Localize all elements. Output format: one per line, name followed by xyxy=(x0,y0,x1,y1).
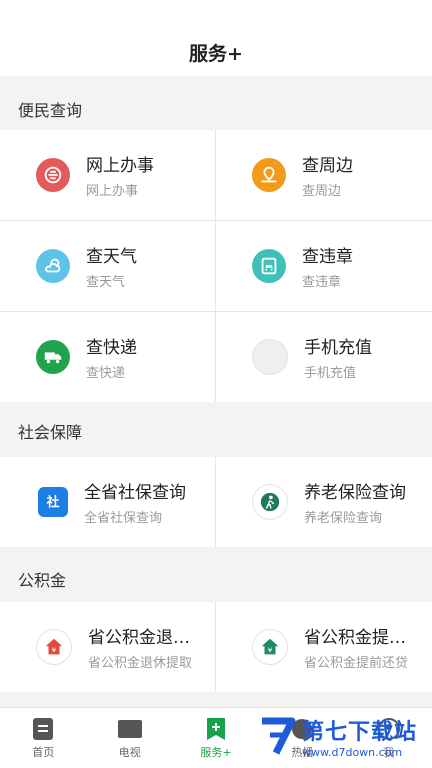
tab-label: 电视 xyxy=(118,745,141,759)
fund-house-icon: ¥ xyxy=(252,629,288,665)
section-title: 便民查询 xyxy=(18,101,83,120)
service-name: 养老保险查询 xyxy=(304,483,406,503)
service-item-weather[interactable]: 查天气 查天气 xyxy=(0,221,215,311)
header: 服务+ xyxy=(0,0,432,76)
service-name: 手机充值 xyxy=(304,338,372,358)
tab-home[interactable]: 首页 xyxy=(0,708,86,768)
section-header-gjj: 公积金 xyxy=(0,554,432,604)
fund-house-icon: ¥ xyxy=(36,629,72,665)
service-item-social-security[interactable]: 社 全省社保查询 全省社保查询 xyxy=(0,457,215,547)
service-subtitle: 查快递 xyxy=(86,366,126,381)
map-location-icon xyxy=(252,158,286,192)
service-subtitle: 养老保险查询 xyxy=(304,511,383,526)
service-name: 查天气 xyxy=(86,247,137,267)
service-icon xyxy=(203,717,229,741)
service-item-express[interactable]: 查快递 查快递 xyxy=(0,312,215,402)
tab-tv[interactable]: 电视 xyxy=(86,708,172,768)
service-name: 全省社保查询 xyxy=(84,483,186,503)
service-name: 查周边 xyxy=(302,156,353,176)
service-name: 查违章 xyxy=(302,247,353,267)
tab-label: 首页 xyxy=(32,745,55,759)
car-violation-icon xyxy=(252,249,286,283)
service-item-violation[interactable]: 查违章 查违章 xyxy=(216,221,432,311)
section-header-shebao: 社会保障 xyxy=(0,406,432,456)
svg-text:¥: ¥ xyxy=(268,646,273,655)
service-item-fund-retirement[interactable]: ¥ 省公积金退休提取 省公积金退休提取 xyxy=(0,602,215,692)
social-security-icon: 社 xyxy=(38,487,68,517)
page-title: 服务+ xyxy=(189,43,243,65)
service-subtitle: 全省社保查询 xyxy=(84,511,163,526)
service-name: 查快递 xyxy=(86,338,137,358)
watermark-title: 第七下载站 xyxy=(302,719,418,745)
svg-text:¥: ¥ xyxy=(52,646,57,655)
watermark-logo-icon xyxy=(256,715,298,757)
section-title: 社会保障 xyxy=(18,423,83,442)
phone-recharge-icon xyxy=(252,339,288,375)
service-subtitle: 查违章 xyxy=(302,275,342,290)
service-name: 省公积金提前还贷 xyxy=(304,628,414,648)
service-subtitle: 省公积金退休提取 xyxy=(88,656,193,671)
service-item-pension[interactable]: 养老保险查询 养老保险查询 xyxy=(216,457,432,547)
section-header-bianmin: 便民查询 xyxy=(0,84,432,134)
service-subtitle: 省公积金提前还贷 xyxy=(304,656,409,671)
service-item-nearby[interactable]: 查周边 查周边 xyxy=(216,130,432,220)
tv-icon xyxy=(117,717,143,741)
service-item-phone-recharge[interactable]: 手机充值 手机充值 xyxy=(216,312,432,402)
service-subtitle: 查周边 xyxy=(302,184,342,199)
service-subtitle: 手机充值 xyxy=(304,366,357,381)
delivery-truck-icon xyxy=(36,340,70,374)
e-gov-icon xyxy=(36,158,70,192)
watermark: 第七下载站 www.d7down.com xyxy=(256,708,426,764)
tab-label: 服务+ xyxy=(200,745,232,759)
tab-service[interactable]: 服务+ xyxy=(173,708,259,768)
service-name: 网上办事 xyxy=(86,156,154,176)
section-title: 公积金 xyxy=(18,571,67,590)
service-item-fund-prepay[interactable]: ¥ 省公积金提前还贷 省公积金提前还贷 xyxy=(216,602,432,692)
service-grid-bianmin: 网上办事 网上办事 查周边 查周边 查天气 查天气 查违章 查违章 查快递 查快… xyxy=(0,130,432,402)
svg-text:社: 社 xyxy=(46,495,60,511)
service-subtitle: 网上办事 xyxy=(86,184,139,199)
home-icon xyxy=(30,717,56,741)
service-name: 省公积金退休提取 xyxy=(88,628,198,648)
weather-icon xyxy=(36,249,70,283)
watermark-url: www.d7down.com xyxy=(302,745,403,759)
service-subtitle: 查天气 xyxy=(86,275,126,290)
service-grid-shebao: 社 全省社保查询 全省社保查询 养老保险查询 养老保险查询 xyxy=(0,457,432,547)
elderly-insurance-icon xyxy=(252,484,288,520)
service-item-online-affairs[interactable]: 网上办事 网上办事 xyxy=(0,130,215,220)
service-grid-gjj: ¥ 省公积金退休提取 省公积金退休提取 ¥ 省公积金提前还贷 省公积金提前还贷 xyxy=(0,602,432,692)
